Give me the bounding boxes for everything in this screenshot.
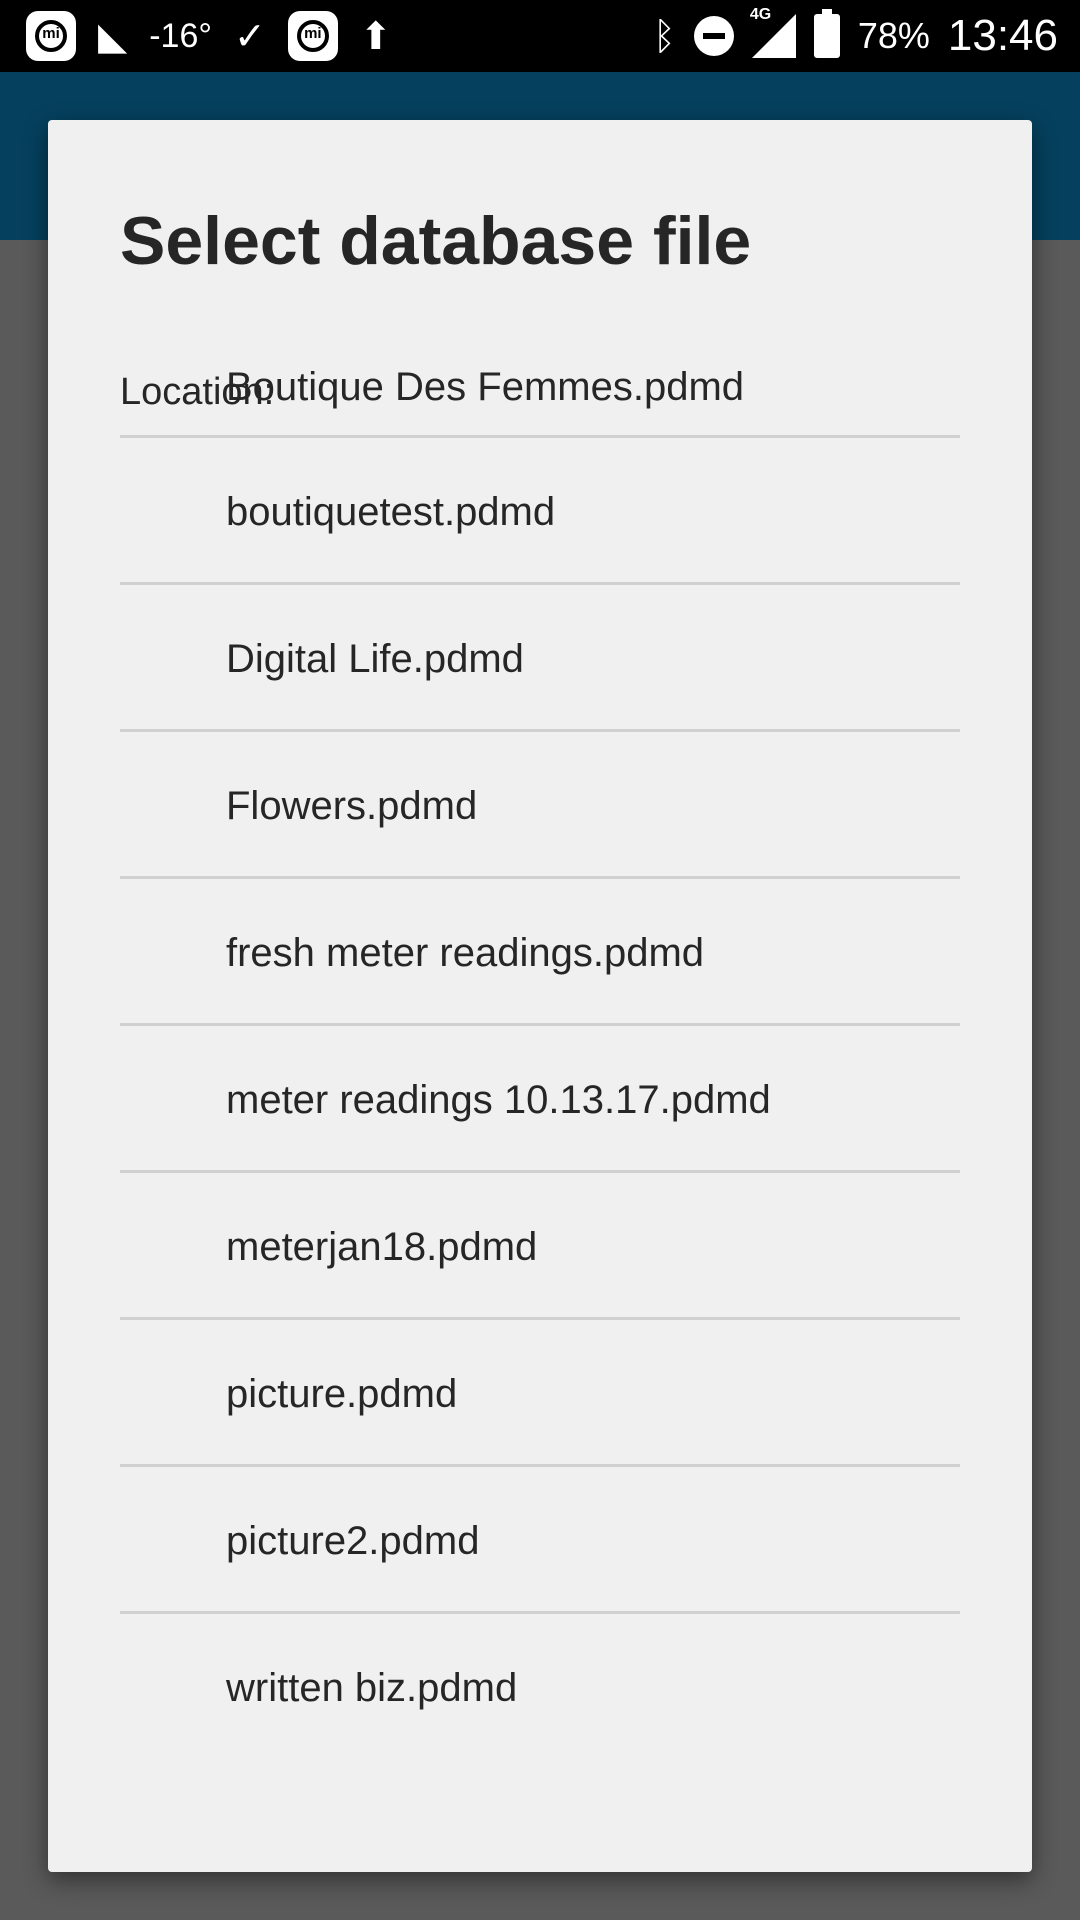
file-name-label: Boutique Des Femmes.pdmd	[226, 368, 745, 409]
file-list-item[interactable]: boutiquetest.pdmd	[120, 438, 960, 585]
mi-icon	[287, 11, 338, 61]
file-name-label: boutiquetest.pdmd	[226, 490, 556, 534]
file-list-item[interactable]: Digital Life.pdmd	[120, 585, 960, 732]
status-bar-notifications: ◣ -16° ✓ ⬆	[26, 10, 392, 62]
do-not-disturb-icon	[693, 16, 734, 56]
file-list-item[interactable]: picture2.pdmd	[120, 1467, 960, 1614]
file-list-item[interactable]: picture.pdmd	[120, 1320, 960, 1467]
file-list[interactable]: Boutique Des Femmes.pdmd boutiquetest.pdm…	[120, 368, 960, 1808]
dialog-title: Select database file	[120, 203, 752, 279]
file-list-item[interactable]: meter readings 10.13.17.pdmd	[120, 1026, 960, 1173]
signal-icon: 4G	[750, 6, 796, 58]
rocket-icon: ⬆	[359, 14, 392, 58]
file-name-label: meterjan18.pdmd	[226, 1225, 538, 1269]
file-name-label: Flowers.pdmd	[226, 784, 478, 828]
file-name-label: picture.pdmd	[226, 1372, 458, 1416]
status-bar: ◣ -16° ✓ ⬆ ᛒ 4G 78% 13:46	[0, 0, 1080, 72]
clock: 13:46	[947, 11, 1058, 60]
file-list-item[interactable]: fresh meter readings.pdmd	[120, 879, 960, 1026]
file-list-item[interactable]: Flowers.pdmd	[120, 732, 960, 879]
file-list-item[interactable]: written biz.pdmd	[120, 1614, 960, 1761]
battery-percentage: 78%	[857, 15, 930, 56]
file-name-label: picture2.pdmd	[226, 1519, 480, 1563]
file-name-label: Digital Life.pdmd	[226, 637, 524, 681]
file-list-content: Boutique Des Femmes.pdmd boutiquetest.pdm…	[120, 368, 960, 1761]
bluetooth-icon: ᛒ	[653, 14, 676, 58]
file-name-label: fresh meter readings.pdmd	[226, 931, 705, 975]
network-type: 4G	[749, 6, 772, 23]
n-icon: ◣	[98, 14, 128, 58]
battery-charging-icon	[813, 9, 840, 58]
download-done-icon: ✓	[233, 14, 266, 58]
temperature-text: -16°	[149, 16, 212, 55]
file-list-item[interactable]: meterjan18.pdmd	[120, 1173, 960, 1320]
file-name-label: meter readings 10.13.17.pdmd	[226, 1078, 771, 1122]
select-database-dialog: Select database file Location: Boutique …	[48, 120, 1032, 1872]
status-bar-system: ᛒ 4G 78% 13:46	[653, 6, 1058, 62]
mi-icon	[26, 11, 76, 61]
file-name-label: written biz.pdmd	[226, 1666, 518, 1710]
location-label: Location:	[120, 371, 275, 413]
